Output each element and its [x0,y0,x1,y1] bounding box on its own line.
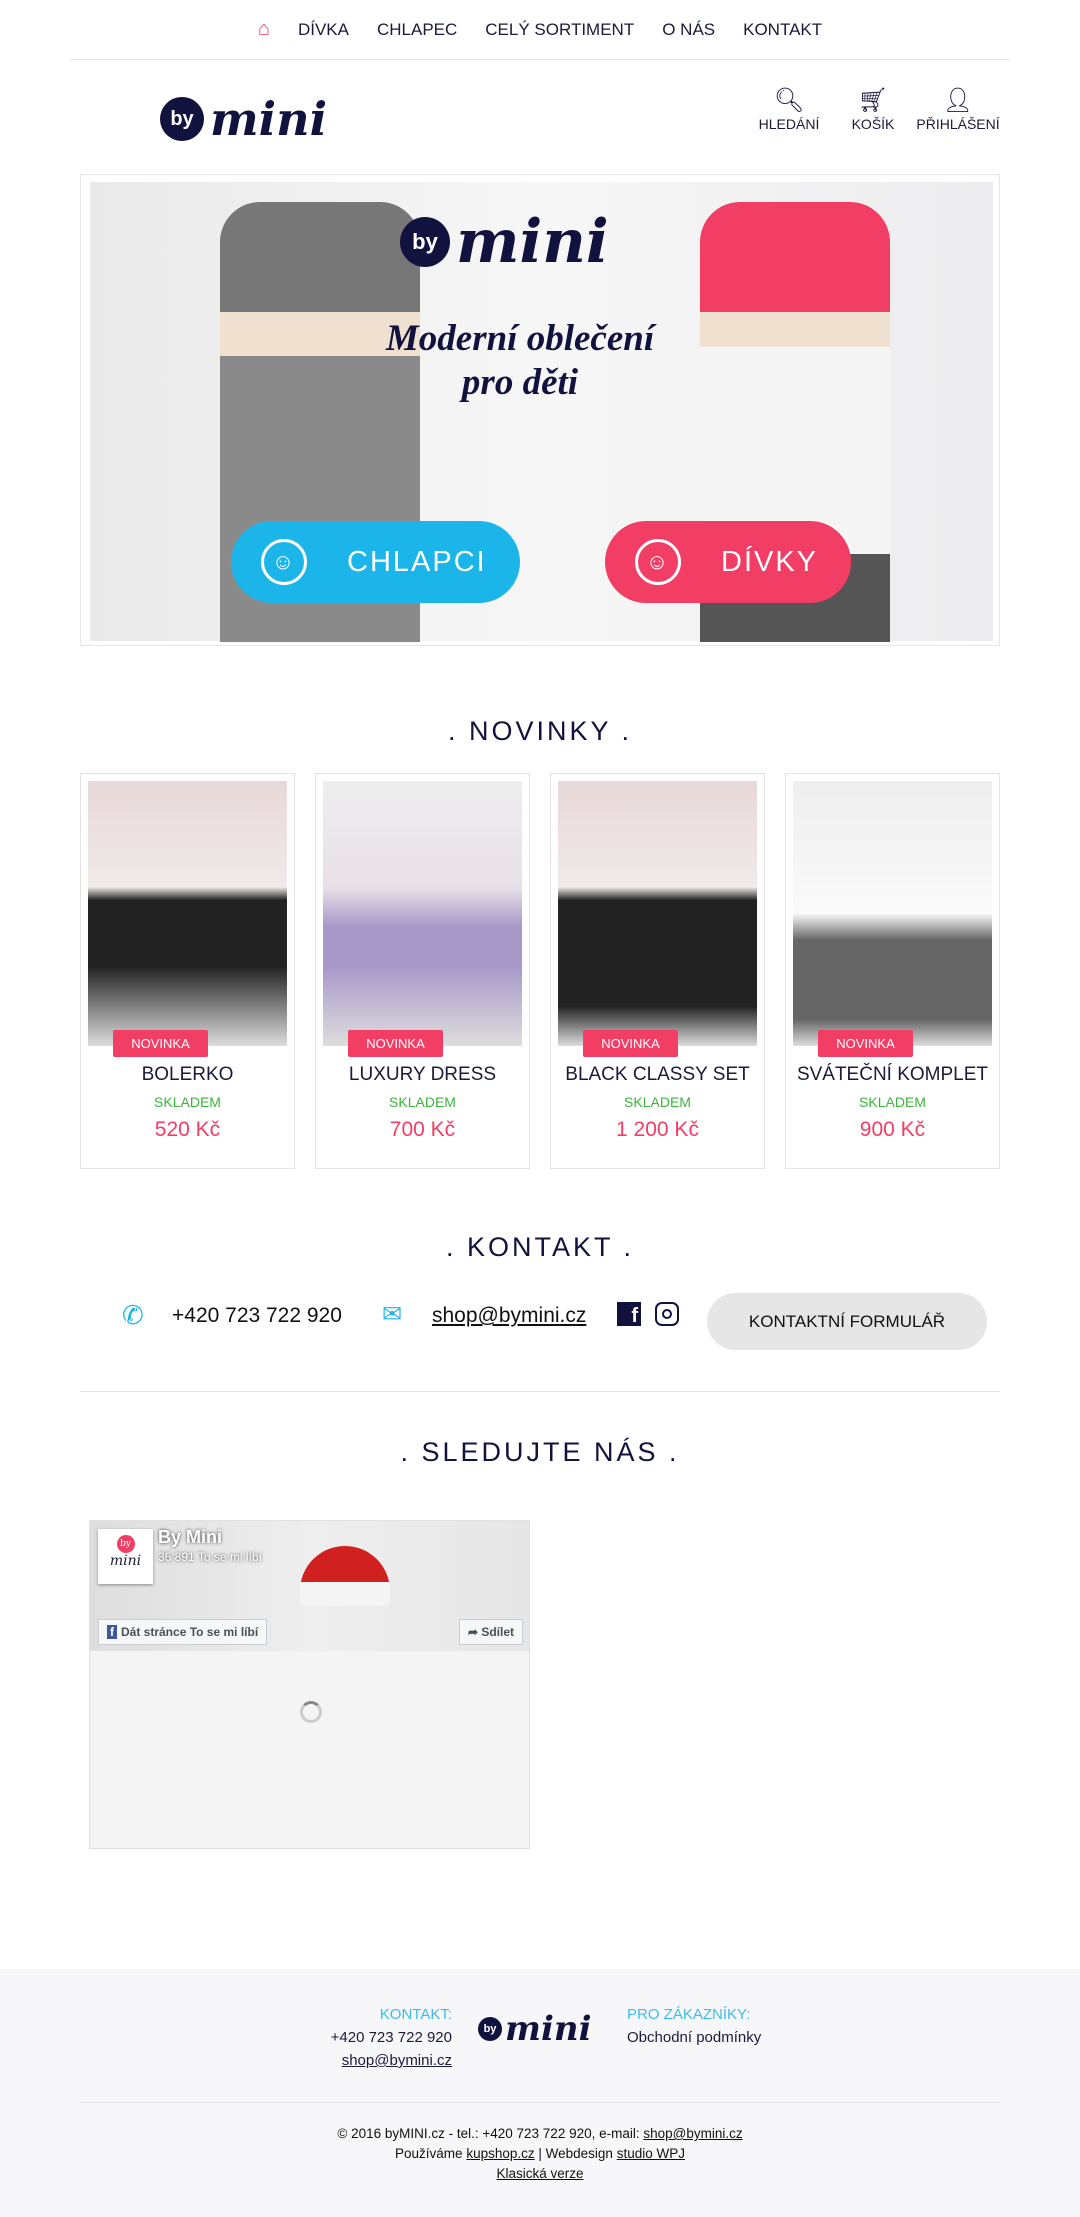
fb-page-name[interactable]: By Mini [158,1527,222,1548]
search-icon: 🔍︎ [773,87,805,114]
divider [70,59,1010,60]
facebook-icon: f [107,1625,117,1639]
home-icon[interactable]: ⌂ [258,18,270,41]
footer: KONTAKT: +420 723 722 920 shop@bymini.cz… [0,1969,1080,2217]
hero-banner: by mini Moderní oblečení pro děti ☺ CHLAPCI… [80,174,1000,646]
fb-like-button[interactable]: f Dát stránce To se mi líbí [98,1619,268,1645]
footer-phone: +420 723 722 920 [330,2029,452,2046]
phone-icon: ✆ [122,1300,144,1330]
fb-likes-count: 36 891 To se mi líbí [158,1550,262,1564]
webdesign-text: | Webdesign [534,2146,617,2161]
studio-link[interactable]: studio WPJ [617,2146,685,2161]
instagram-icon[interactable] [655,1302,679,1326]
login-button[interactable]: 👤︎ PŘIHLÁŠENÍ [913,86,1003,132]
product-price: 520 Kč [154,1118,221,1141]
novinka-badge: NOVINKA [583,1030,678,1057]
product-price: 900 Kč [859,1118,926,1141]
product-card[interactable]: NOVINKA BLACK CLASSY SET SKLADEM 1 200 K… [550,773,765,1169]
product-card[interactable]: NOVINKA BOLERKO SKLADEM 520 Kč [80,773,295,1169]
nav-chlapec[interactable]: CHLAPEC [377,20,457,40]
facebook-icon[interactable]: f [617,1302,641,1327]
cart-button[interactable]: 🛒︎ KOŠÍK [828,86,918,132]
user-icon: 👤︎ [942,87,974,114]
contact-form-button[interactable]: KONTAKTNÍ FORMULÁŘ [707,1293,987,1350]
product-name[interactable]: BLACK CLASSY SET [551,1064,764,1086]
product-card[interactable]: NOVINKA LUXURY DRESS SKLADEM 700 Kč [315,773,530,1169]
novinky-title: . NOVINKY . [447,716,633,746]
hero-tagline: Moderní oblečení pro děti [385,318,655,403]
classic-version-link[interactable]: Klasická verze [496,2166,583,2181]
footer-customers: PRO ZÁKAZNÍKY: Obchodní podmínky [627,2003,761,2049]
footer-logo[interactable]: by mini [478,2009,592,2049]
cart-label: KOŠÍK [851,116,895,132]
product-image[interactable] [88,781,287,1046]
hero-logo: by mini [400,207,609,277]
product-card[interactable]: NOVINKA SVÁTEČNÍ KOMPLET SKLADEM 900 Kč [785,773,1000,1169]
terms-link[interactable]: Obchodní podmínky [627,2026,761,2049]
fb-share-button[interactable]: ➦ Sdílet [458,1619,523,1645]
email-icon: ✉ [382,1301,403,1328]
uses-text: Používáme [395,2146,467,2161]
product-price: 1 200 Kč [616,1118,699,1141]
nav-divka[interactable]: DÍVKA [298,20,349,40]
contact-email[interactable]: shop@bymini.cz [432,1304,586,1328]
product-name[interactable]: BOLERKO [81,1064,294,1086]
footer-contact: KONTAKT: +420 723 722 920 shop@bymini.cz [331,2003,452,2072]
footer-customers-label: PRO ZÁKAZNÍKY: [627,2006,751,2023]
hero-image: by mini Moderní oblečení pro děti ☺ CHLAPCI… [90,182,993,642]
boys-button[interactable]: ☺ CHLAPCI [231,521,520,603]
product-name[interactable]: SVÁTEČNÍ KOMPLET [786,1064,999,1086]
stock-status: SKLADEM [154,1094,221,1110]
product-image[interactable] [323,781,522,1046]
girls-button[interactable]: ☺ DÍVKY [605,521,851,603]
nav-cely-sortiment[interactable]: CELÝ SORTIMENT [485,20,634,40]
fb-cover: by mini By Mini 36 891 To se mi líbí f Dát… [90,1521,529,1651]
cover-photo [300,1546,390,1606]
footer-email[interactable]: shop@bymini.cz [331,2049,452,2072]
stock-status: SKLADEM [859,1094,926,1110]
fb-page-avatar[interactable]: by mini [98,1529,153,1584]
social-title: . SLEDUJTE NÁS . [400,1437,680,1467]
novinka-badge: NOVINKA [818,1030,913,1057]
footer-contact-label: KONTAKT: [379,2006,452,2023]
nav-kontakt[interactable]: KONTAKT [743,20,822,40]
stock-status: SKLADEM [389,1094,456,1110]
logo-mini: mini [210,92,328,146]
facebook-widget: by mini By Mini 36 891 To se mi líbí f Dát… [89,1520,530,1849]
nav-o-nas[interactable]: O NÁS [662,20,715,40]
divider [80,1391,1000,1392]
product-image[interactable] [558,781,757,1046]
divider [80,2102,1000,2103]
copyright: © 2016 byMINI.cz - tel.: +420 723 722 92… [337,2126,644,2141]
logo[interactable]: by mini [160,92,327,146]
logo-by: by [160,97,204,141]
boy-face-icon: ☺ [261,539,307,585]
product-name[interactable]: LUXURY DRESS [316,1064,529,1086]
share-icon: ➦ [467,1625,482,1639]
login-label: PŘIHLÁŠENÍ [916,116,1000,132]
kupshop-link[interactable]: kupshop.cz [466,2146,534,2161]
search-button[interactable]: 🔍︎ HLEDÁNÍ [744,86,834,132]
novinka-badge: NOVINKA [113,1030,208,1057]
contact-phone[interactable]: +420 723 722 920 [172,1304,342,1328]
search-label: HLEDÁNÍ [758,116,820,132]
stock-status: SKLADEM [624,1094,691,1110]
kontakt-title: . KONTAKT . [445,1232,635,1262]
product-price: 700 Kč [389,1118,456,1141]
product-image[interactable] [793,781,992,1046]
footer-bottom: © 2016 byMINI.cz - tel.: +420 723 722 92… [0,2124,1080,2184]
loading-spinner-icon [300,1701,322,1723]
cart-icon: 🛒︎ [857,87,889,114]
copyright-email-link[interactable]: shop@bymini.cz [643,2126,742,2141]
novinka-badge: NOVINKA [348,1030,443,1057]
top-nav: ⌂ DÍVKA CHLAPEC CELÝ SORTIMENT O NÁS KON… [0,18,1080,41]
girl-face-icon: ☺ [635,539,681,585]
